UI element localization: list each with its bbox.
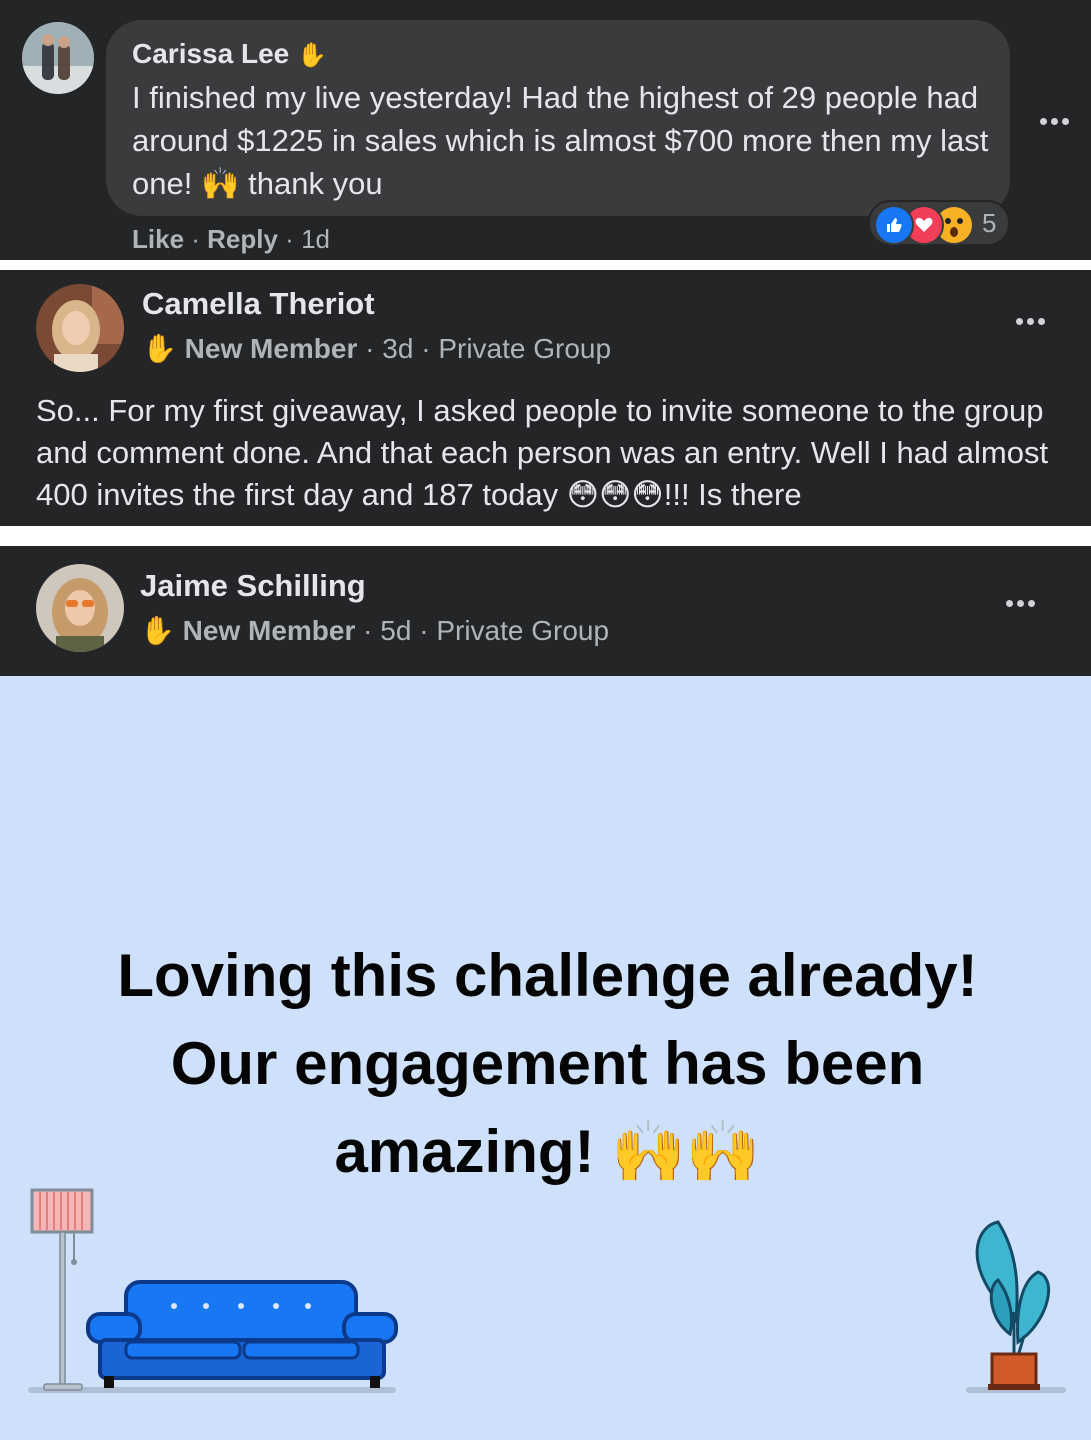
comment-text: I finished my live yesterday! Had the hi… — [132, 80, 989, 201]
avatar[interactable] — [36, 284, 124, 372]
avatar-photo — [36, 284, 124, 372]
post-time[interactable]: 5d — [380, 615, 411, 646]
wave-badge-icon: ✋ — [142, 333, 177, 364]
more-options-icon[interactable] — [1016, 318, 1045, 325]
reactions-summary[interactable]: 5 — [868, 200, 1010, 246]
post-panel: Jaime Schilling ✋ New Member · 5d · Priv… — [0, 546, 1091, 1440]
post-background-text: Loving this challenge already! Our engag… — [117, 942, 978, 1185]
post-time[interactable]: 3d — [382, 333, 413, 364]
more-options-icon[interactable] — [1006, 600, 1035, 607]
like-icon — [874, 205, 914, 245]
post-panel: Camella Theriot ✋ New Member · 3d · Priv… — [0, 270, 1091, 526]
post-meta: ✋ New Member · 3d · Private Group — [142, 333, 612, 364]
comment-time: 1d — [301, 224, 330, 254]
member-badge[interactable]: New Member — [183, 615, 356, 646]
privacy-label: Private Group — [436, 615, 610, 646]
couch-illustration — [86, 1280, 398, 1388]
background-post[interactable]: Loving this challenge already! Our engag… — [0, 676, 1091, 1440]
like-button[interactable]: Like — [132, 224, 184, 254]
comment-author[interactable]: Carissa Lee ✋ — [132, 38, 327, 70]
wave-badge-icon: ✋ — [140, 615, 175, 646]
member-badge[interactable]: New Member — [185, 333, 358, 364]
post-author[interactable]: Jaime Schilling — [140, 568, 366, 604]
wave-badge-icon: ✋ — [297, 42, 327, 69]
comment-actions: Like · Reply · 1d — [132, 224, 330, 254]
post-meta: ✋ New Member · 5d · Private Group — [140, 615, 610, 646]
more-options-icon[interactable] — [1040, 118, 1069, 125]
reaction-count: 5 — [982, 208, 997, 238]
avatar-photo — [22, 22, 94, 94]
avatar[interactable] — [22, 22, 94, 94]
avatar[interactable] — [36, 564, 124, 652]
plant-illustration — [975, 1220, 1051, 1390]
comment-panel: Carissa Lee ✋ I finished my live yesterd… — [0, 0, 1091, 260]
avatar-photo — [36, 564, 124, 652]
privacy-label: Private Group — [438, 333, 612, 364]
reply-button[interactable]: Reply — [207, 224, 278, 254]
post-author[interactable]: Camella Theriot — [142, 286, 375, 322]
post-text: So... For my first giveaway, I asked peo… — [36, 393, 1049, 512]
